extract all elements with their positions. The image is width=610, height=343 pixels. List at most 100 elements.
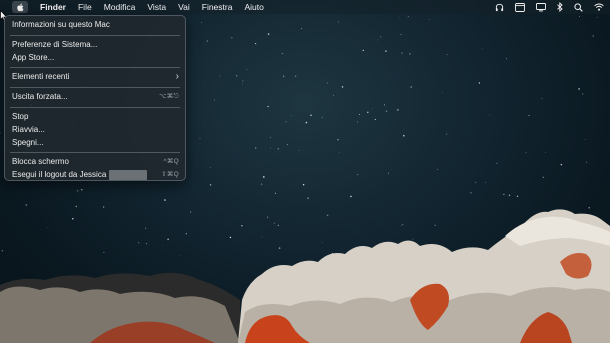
star	[206, 40, 209, 42]
star	[410, 86, 412, 88]
menu-item-about-this-mac[interactable]: Informazioni su questo Mac	[5, 19, 185, 32]
star	[398, 17, 400, 19]
keyboard-shortcut: ⇧⌘Q	[161, 171, 179, 179]
star	[260, 183, 263, 185]
menu-item-restart[interactable]: Riavvia...	[5, 124, 185, 137]
menu-item-shutdown[interactable]: Spegni...	[5, 137, 185, 150]
star	[242, 80, 244, 82]
star	[485, 181, 486, 183]
star	[282, 75, 285, 78]
window-icon[interactable]	[515, 2, 525, 12]
star	[592, 35, 594, 37]
star	[103, 251, 105, 254]
menu-item-sleep[interactable]: Stop	[5, 111, 185, 124]
redacted-username	[109, 170, 148, 181]
star	[505, 58, 507, 60]
star	[302, 183, 305, 186]
star	[560, 163, 563, 166]
star	[261, 236, 263, 238]
menu-item-label: Spegni...	[12, 137, 44, 147]
star	[145, 227, 147, 229]
star	[339, 151, 340, 153]
star	[441, 92, 443, 94]
star	[409, 53, 411, 55]
star	[277, 224, 279, 227]
star	[446, 133, 448, 135]
star	[285, 121, 287, 123]
keyboard-shortcut: ^⌘Q	[163, 158, 179, 166]
star	[76, 190, 79, 192]
star	[242, 83, 243, 85]
star	[489, 114, 490, 116]
search-icon[interactable]	[574, 2, 583, 12]
star	[380, 36, 382, 38]
menu-separator	[10, 87, 180, 89]
star	[470, 192, 472, 194]
star	[1, 250, 3, 252]
star	[0, 132, 1, 134]
star	[385, 50, 387, 52]
menu-item-label: Stop	[12, 111, 29, 121]
star	[333, 94, 335, 96]
headphones-icon[interactable]	[495, 3, 504, 12]
star	[270, 137, 271, 138]
star	[327, 82, 328, 84]
star	[190, 211, 192, 213]
star	[162, 245, 163, 246]
star	[199, 138, 201, 139]
star	[528, 114, 530, 116]
menu-item-logout[interactable]: Esegui il logout da Jessica ⇧⌘Q	[5, 169, 185, 182]
menu-finder[interactable]: Finder	[40, 2, 66, 12]
menu-vai[interactable]: Vai	[178, 2, 190, 12]
star	[579, 15, 580, 17]
menu-finestra[interactable]: Finestra	[202, 2, 233, 12]
wifi-icon[interactable]	[594, 3, 604, 11]
menu-item-label: Elementi recenti	[12, 72, 70, 82]
menu-separator	[10, 34, 180, 36]
menu-item-lock-screen[interactable]: Blocca schermo ^⌘Q	[5, 156, 185, 169]
star	[475, 181, 477, 183]
star	[321, 241, 323, 243]
star	[400, 225, 402, 227]
star	[401, 52, 403, 54]
star	[326, 214, 329, 217]
star	[267, 105, 269, 108]
bluetooth-icon[interactable]	[557, 2, 563, 12]
star	[402, 224, 404, 226]
menu-item-system-preferences[interactable]: Preferenze di Sistema...	[5, 39, 185, 52]
menu-item-force-quit[interactable]: Uscita forzata... ⌥⌘⎋	[5, 91, 185, 104]
star	[586, 161, 588, 163]
menu-item-app-store[interactable]: App Store...	[5, 52, 185, 65]
star	[371, 107, 373, 109]
menu-modifica[interactable]: Modifica	[104, 2, 136, 12]
star	[210, 166, 211, 168]
menu-vista[interactable]: Vista	[147, 2, 166, 12]
star	[201, 22, 203, 23]
star	[214, 99, 215, 101]
star	[321, 116, 323, 118]
star	[305, 121, 308, 124]
star	[403, 134, 405, 137]
star	[291, 115, 292, 116]
menu-item-label: Blocca schermo	[12, 157, 69, 167]
menu-item-label: Uscita forzata...	[12, 92, 68, 102]
star	[541, 98, 543, 100]
menu-aiuto[interactable]: Aiuto	[244, 2, 263, 12]
star	[267, 33, 270, 35]
menu-file[interactable]: File	[78, 2, 92, 12]
star	[307, 197, 309, 199]
apple-menu-button[interactable]	[12, 1, 28, 13]
star	[359, 114, 360, 116]
star	[397, 109, 399, 111]
star	[446, 54, 448, 55]
menu-separator	[10, 67, 180, 69]
star	[337, 138, 339, 141]
star	[146, 243, 148, 245]
star	[262, 176, 265, 178]
menu-separator	[10, 106, 180, 108]
menu-separator	[10, 152, 180, 154]
menu-item-recent-items[interactable]: Elementi recenti ›	[5, 71, 185, 84]
display-icon[interactable]	[536, 2, 546, 12]
star	[72, 218, 74, 220]
star	[516, 195, 519, 197]
